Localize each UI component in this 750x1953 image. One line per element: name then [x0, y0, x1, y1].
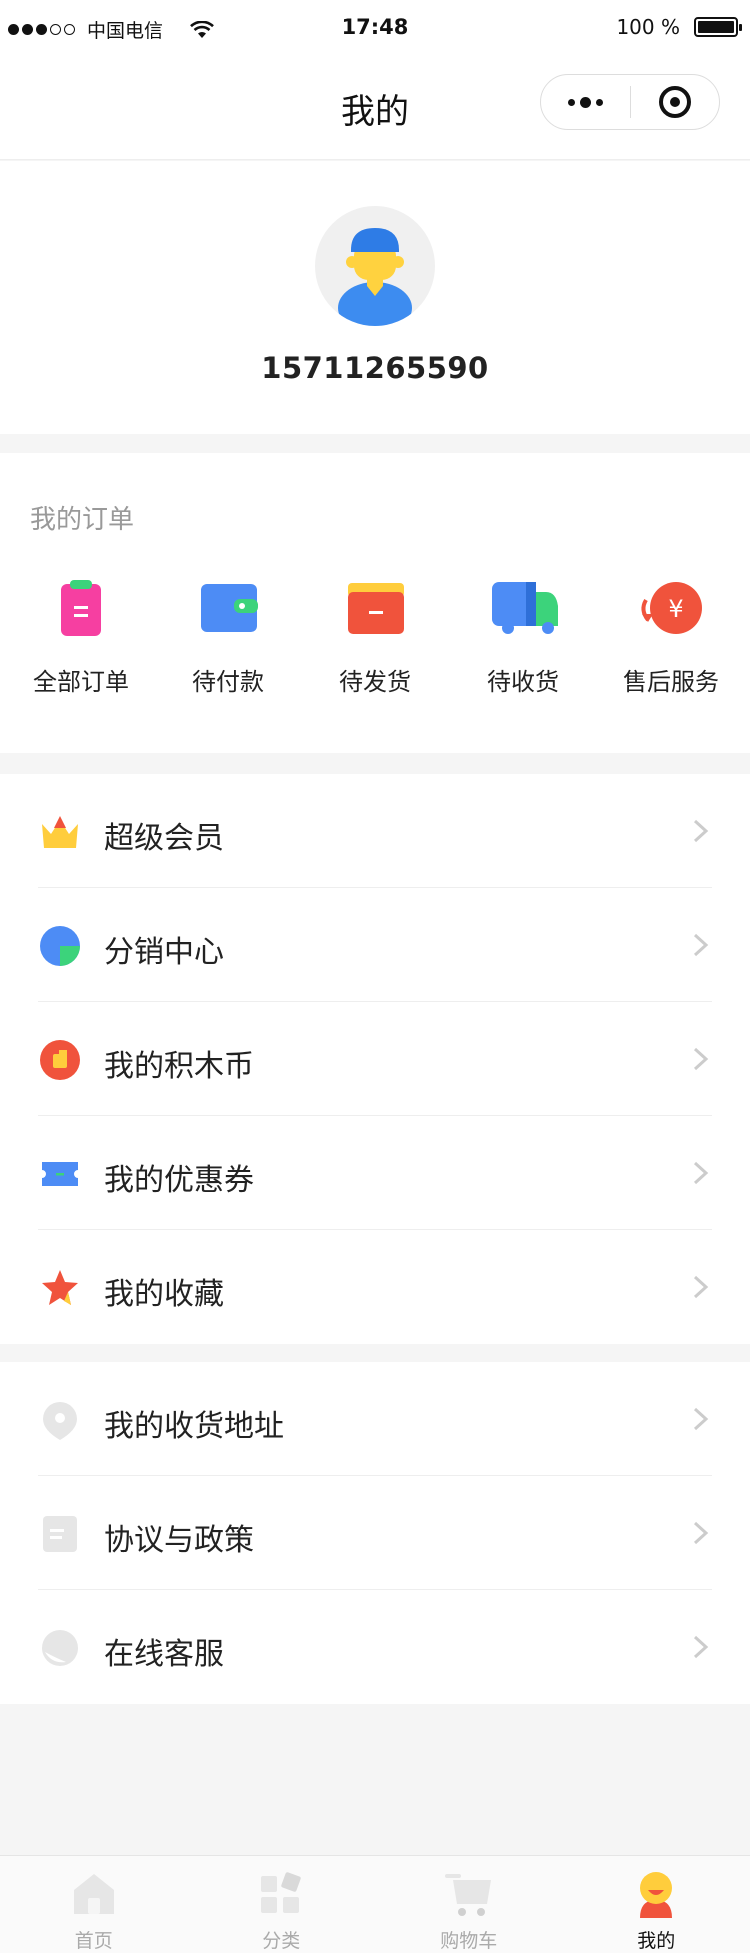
order-pending-payment-label: 待付款 — [192, 668, 264, 696]
order-after-sales-label: 售后服务 — [623, 668, 719, 696]
menu-item-shipping-address[interactable]: 我的收货地址 — [0, 1362, 750, 1476]
pie-chart-icon — [40, 926, 80, 966]
menu-item-agreements-policy[interactable]: 协议与政策 — [0, 1476, 750, 1590]
order-pending-ship-label: 待发货 — [339, 668, 411, 696]
order-after-sales-button[interactable]: ¥ 售后服务 — [596, 578, 746, 708]
menu-item-distribution-center[interactable]: 分销中心 — [0, 888, 750, 1002]
yen-refund-icon: ¥ — [636, 578, 706, 638]
avatar[interactable] — [315, 206, 435, 326]
order-all-button[interactable]: 全部订单 — [6, 578, 156, 708]
menu-label: 我的收货地址 — [104, 1409, 284, 1444]
chevron-right-icon — [693, 1275, 709, 1299]
location-pin-icon — [43, 1402, 77, 1440]
tab-label: 首页 — [74, 1930, 113, 1952]
clipboard-icon — [51, 578, 111, 638]
menu-label: 分销中心 — [104, 935, 224, 970]
menu-item-block-coins[interactable]: 我的积木币 — [0, 1002, 750, 1116]
chevron-right-icon — [693, 1161, 709, 1185]
orders-section: 我的订单 全部订单 待付款 待发货 待收货 ¥ 售后服务 — [0, 453, 750, 753]
crown-icon — [42, 816, 78, 848]
category-icon — [261, 1872, 301, 1913]
tab-home[interactable]: 首页 — [0, 1856, 188, 1953]
status-right: 100 % — [616, 15, 742, 39]
tab-label: 购物车 — [440, 1930, 498, 1952]
document-icon — [43, 1516, 77, 1552]
tab-bar: 首页 分类 购物车 我的 — [0, 1855, 750, 1953]
chevron-right-icon — [693, 933, 709, 957]
nav-bar: 我的 — [0, 58, 750, 160]
orders-title: 我的订单 — [30, 505, 135, 535]
tab-category[interactable]: 分类 — [188, 1856, 376, 1953]
menu-item-coupons[interactable]: 我的优惠券 — [0, 1116, 750, 1230]
user-icon — [640, 1872, 673, 1918]
home-icon — [73, 1874, 114, 1914]
menu-label: 我的优惠券 — [104, 1163, 254, 1198]
menu-item-super-member[interactable]: 超级会员 — [0, 774, 750, 888]
chevron-right-icon — [693, 819, 709, 843]
chevron-right-icon — [693, 1047, 709, 1071]
chat-bubble-icon — [42, 1630, 78, 1666]
cart-icon — [444, 1874, 491, 1916]
wallet-icon — [198, 578, 258, 638]
user-avatar-icon — [338, 228, 412, 326]
order-pending-payment-button[interactable]: 待付款 — [153, 578, 303, 708]
menu-group-other: 我的收货地址 协议与政策 在线客服 — [0, 1362, 750, 1704]
chevron-right-icon — [693, 1635, 709, 1659]
tab-label: 我的 — [637, 1930, 676, 1952]
more-options-icon[interactable] — [541, 75, 630, 129]
chevron-right-icon — [693, 1407, 709, 1431]
mini-program-capsule — [540, 74, 720, 130]
menu-item-online-service[interactable]: 在线客服 — [0, 1590, 750, 1704]
menu-group-services: 超级会员 分销中心 我的积木币 我的优惠券 我的收藏 — [0, 774, 750, 1344]
menu-label: 我的积木币 — [104, 1049, 254, 1084]
menu-label: 在线客服 — [104, 1637, 224, 1672]
order-all-label: 全部订单 — [33, 668, 129, 696]
order-pending-receive-label: 待收货 — [487, 668, 559, 696]
tab-label: 分类 — [262, 1930, 301, 1952]
tab-cart[interactable]: 购物车 — [375, 1856, 563, 1953]
coupon-icon — [42, 1162, 78, 1186]
order-pending-ship-button[interactable]: 待发货 — [300, 578, 450, 708]
battery-percent: 100 % — [616, 15, 680, 39]
close-mini-program-icon[interactable] — [631, 75, 720, 129]
star-icon — [42, 1270, 78, 1305]
menu-label: 我的收藏 — [104, 1277, 224, 1312]
profile-section: 15711265590 — [0, 161, 750, 434]
user-phone: 15711265590 — [261, 351, 489, 385]
truck-icon — [486, 578, 560, 638]
chevron-right-icon — [693, 1521, 709, 1545]
menu-item-favorites[interactable]: 我的收藏 — [0, 1230, 750, 1344]
order-pending-receive-button[interactable]: 待收货 — [448, 578, 598, 708]
tab-mine[interactable]: 我的 — [563, 1856, 750, 1953]
box-icon — [345, 578, 405, 638]
menu-label: 超级会员 — [104, 821, 224, 856]
battery-icon — [694, 17, 742, 37]
menu-label: 协议与政策 — [104, 1523, 254, 1558]
svg-text:¥: ¥ — [668, 595, 683, 623]
coin-icon — [40, 1040, 80, 1080]
status-bar: 中国电信 17:48 100 % — [0, 0, 750, 58]
